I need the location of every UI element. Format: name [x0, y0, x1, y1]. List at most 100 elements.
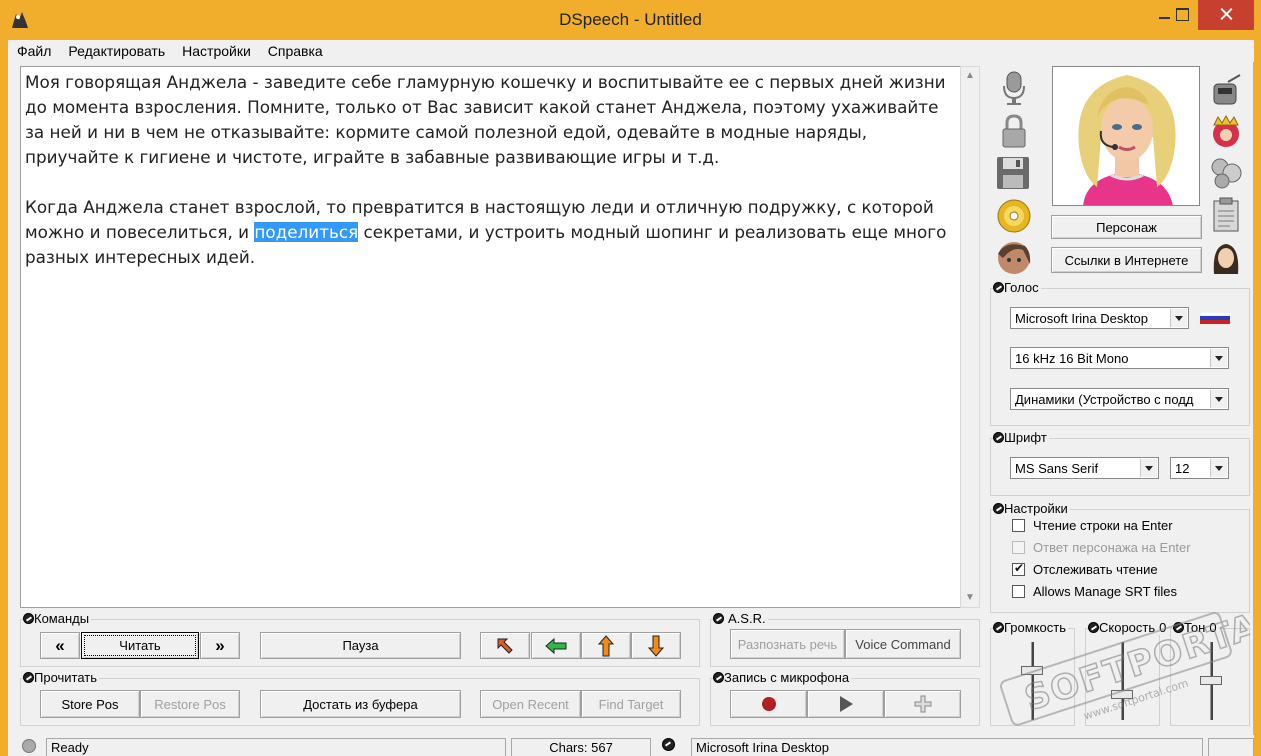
recognize-speech-button[interactable]: Разпознать речь — [730, 629, 845, 659]
title-bar[interactable]: DSpeech - Untitled — [0, 0, 1261, 40]
add-button[interactable] — [884, 690, 961, 718]
checkbox[interactable] — [1012, 519, 1025, 532]
pause-button[interactable]: Пауза — [260, 632, 461, 659]
group-icon — [993, 282, 1004, 293]
checkbox[interactable] — [1012, 541, 1025, 554]
russian-flag-icon — [1199, 311, 1231, 324]
checkbox-label: Allows Manage SRT files — [1033, 584, 1178, 599]
pitch-value: 0 — [1209, 620, 1217, 635]
audio-format-value: 16 kHz 16 Bit Mono — [1015, 351, 1129, 366]
editor-content[interactable]: Моя говорящая Анджела - заведите себе гл… — [25, 70, 960, 295]
volume-label: Громкость — [1004, 620, 1066, 635]
font-family-select[interactable]: MS Sans Serif — [1010, 457, 1159, 479]
font-size-value: 12 — [1175, 461, 1190, 476]
menu-file[interactable]: Файл — [8, 40, 59, 59]
internet-links-button[interactable]: Ссылки в Интернете — [1051, 247, 1202, 273]
menu-settings[interactable]: Настройки — [173, 40, 259, 59]
checkbox-label: Чтение строки на Enter — [1033, 518, 1173, 533]
menu-bar: Файл Редактировать Настройки Справка — [8, 40, 1254, 62]
voice-status-icon — [662, 738, 677, 753]
chevron-down-icon[interactable] — [1210, 349, 1227, 367]
group-icon — [23, 672, 34, 683]
store-pos-button[interactable]: Store Pos — [40, 690, 140, 718]
plus-icon — [914, 695, 931, 713]
group-icon — [23, 613, 34, 624]
move-up-button[interactable] — [581, 632, 631, 659]
record-button[interactable] — [730, 690, 807, 718]
voice-command-button[interactable]: Voice Command — [845, 629, 961, 659]
arrow-up-icon — [597, 634, 615, 656]
audio-format-select[interactable]: 16 kHz 16 Bit Mono — [1010, 347, 1229, 369]
font-family-value: MS Sans Serif — [1015, 461, 1099, 476]
chevron-down-icon[interactable] — [1210, 390, 1227, 408]
checkbox-label: Ответ персонажа на Enter — [1033, 540, 1191, 555]
find-target-button[interactable]: Find Target — [581, 690, 681, 718]
window-frame-left — [0, 40, 8, 756]
setting-character-reply-enter[interactable]: Ответ персонажа на Enter — [1012, 540, 1191, 555]
from-clipboard-button[interactable]: Достать из буфера — [260, 690, 461, 718]
font-label: Шрифт — [1004, 430, 1047, 445]
output-device-select[interactable]: Динамики (Устройство с подд — [1010, 388, 1229, 410]
setting-track-reading[interactable]: Отслеживать чтение — [1012, 561, 1158, 577]
chevron-down-icon[interactable] — [1140, 459, 1157, 477]
speed-slider-thumb[interactable] — [1111, 690, 1133, 699]
checkbox[interactable] — [1012, 561, 1025, 576]
settings-label: Настройки — [1004, 501, 1068, 516]
next-button[interactable]: » — [200, 632, 240, 659]
record-icon — [761, 697, 776, 711]
editor-scrollbar[interactable]: ▲ ▼ — [960, 66, 980, 608]
character-portrait — [1052, 66, 1200, 206]
restore-pos-button[interactable]: Restore Pos — [140, 690, 240, 718]
open-recent-button[interactable]: Open Recent — [480, 690, 581, 718]
lock-icon[interactable] — [997, 113, 1031, 149]
maximize-button[interactable] — [1164, 0, 1198, 30]
clipboard-icon[interactable] — [1208, 197, 1242, 233]
group-avatar-icon[interactable] — [1208, 155, 1242, 191]
group-icon — [713, 613, 724, 624]
volume-slider-track[interactable] — [1031, 642, 1034, 720]
move-down-button[interactable] — [631, 632, 681, 659]
arrow-up-left-icon — [497, 638, 513, 654]
move-top-left-button[interactable] — [480, 632, 530, 659]
text-editor[interactable]: Моя говорящая Анджела - заведите себе гл… — [20, 66, 980, 608]
group-icon — [993, 503, 1004, 514]
setting-read-line-enter[interactable]: Чтение строки на Enter — [1012, 518, 1173, 533]
commands-label: Команды — [34, 611, 90, 626]
voice-engine-select[interactable]: Microsoft Irina Desktop — [1010, 307, 1189, 329]
speed-label: Скорость — [1099, 620, 1156, 635]
mic-label: Запись с микрофона — [724, 670, 850, 685]
close-button[interactable] — [1198, 0, 1254, 30]
scroll-down-icon[interactable]: ▼ — [965, 593, 975, 603]
app-logo-icon[interactable] — [8, 8, 32, 32]
character-button[interactable]: Персонаж — [1051, 215, 1202, 239]
play-button[interactable] — [807, 690, 884, 718]
checkbox-label: Отслеживать чтение — [1033, 562, 1158, 577]
character-avatar-icon[interactable] — [995, 240, 1031, 276]
output-device-value: Динамики (Устройство с подд — [1015, 392, 1194, 407]
scroll-up-icon[interactable]: ▲ — [965, 71, 975, 81]
window-title: DSpeech - Untitled — [559, 10, 702, 29]
princess-avatar-icon[interactable] — [1208, 114, 1242, 151]
prev-button[interactable]: « — [40, 632, 80, 659]
window-frame-right — [1253, 40, 1261, 756]
menu-edit[interactable]: Редактировать — [59, 40, 173, 59]
read-button[interactable]: Читать — [81, 632, 199, 659]
font-size-select[interactable]: 12 — [1170, 457, 1229, 479]
chevron-down-icon[interactable] — [1170, 309, 1187, 327]
woman-avatar-icon[interactable] — [1208, 240, 1242, 276]
volume-slider-thumb[interactable] — [1021, 666, 1043, 675]
robot-avatar-icon[interactable] — [1208, 74, 1242, 110]
chevron-down-icon[interactable] — [1210, 459, 1227, 477]
play-icon — [839, 696, 853, 712]
save-icon[interactable] — [995, 155, 1029, 191]
microphone-icon[interactable] — [997, 70, 1031, 106]
checkbox[interactable] — [1012, 585, 1025, 598]
menu-help[interactable]: Справка — [259, 40, 331, 59]
pitch-label: Тон — [1184, 620, 1206, 635]
pitch-slider-thumb[interactable] — [1200, 676, 1222, 685]
speed-slider-track[interactable] — [1121, 642, 1124, 720]
cd-icon[interactable] — [995, 198, 1031, 234]
move-left-button[interactable] — [531, 632, 581, 659]
group-icon — [993, 622, 1004, 633]
setting-manage-srt[interactable]: Allows Manage SRT files — [1012, 584, 1177, 599]
